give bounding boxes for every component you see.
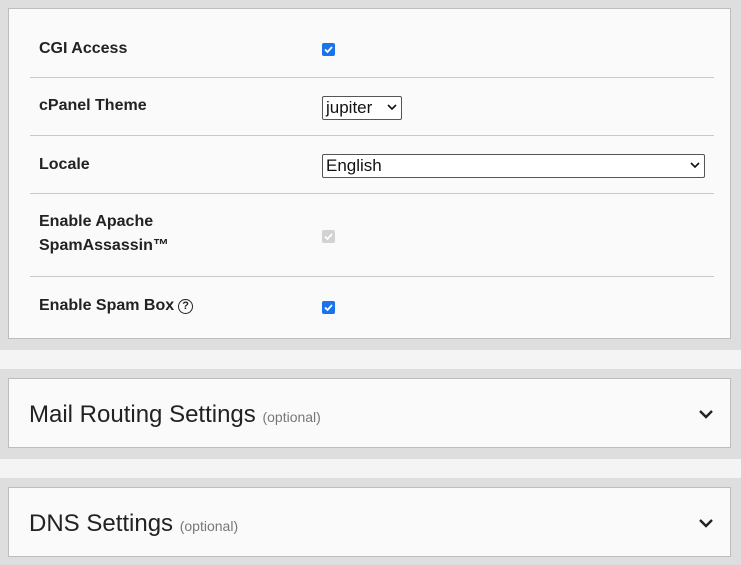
cpanel-theme-select[interactable]: jupiter (322, 96, 402, 120)
mail-routing-section-band: Mail Routing Settings (optional) (0, 369, 741, 459)
locale-select[interactable]: English (322, 154, 705, 178)
cpanel-theme-value: jupiter (326, 98, 373, 117)
account-settings-panel: CGI Access cPanel Theme jupiter Locale E… (8, 8, 731, 339)
spamassassin-label: Enable Apache SpamAssassin™ (39, 210, 169, 258)
account-settings-wrapper: CGI Access cPanel Theme jupiter Locale E… (0, 0, 741, 350)
cgi-access-label: CGI Access (39, 40, 128, 57)
spam-box-checkbox[interactable] (322, 301, 335, 314)
spamassassin-label-line2: SpamAssassin™ (39, 237, 169, 254)
checkbox-checked-icon (322, 43, 335, 56)
checkbox-checked-icon (322, 301, 335, 314)
chevron-down-icon[interactable] (698, 518, 714, 528)
checkbox-checked-disabled-icon (322, 230, 335, 243)
dns-title-text: DNS Settings (29, 510, 174, 537)
dns-title: DNS Settings (optional) (29, 509, 238, 541)
dns-optional-tag: (optional) (179, 518, 239, 534)
cgi-access-row: CGI Access (30, 9, 714, 78)
locale-row: Locale English (30, 136, 714, 194)
spam-box-label: Enable Spam Box? (39, 294, 194, 318)
mail-routing-title: Mail Routing Settings (optional) (29, 400, 321, 432)
spamassassin-row: Enable Apache SpamAssassin™ (30, 194, 714, 277)
cpanel-theme-label: cPanel Theme (39, 97, 147, 114)
spamassassin-checkbox (322, 230, 335, 243)
spam-box-label-text: Enable Spam Box (39, 297, 175, 314)
mail-routing-optional-tag: (optional) (262, 409, 321, 425)
spamassassin-label-line1: Enable Apache (39, 213, 154, 230)
locale-label: Locale (39, 156, 90, 173)
question-circle-icon[interactable]: ? (178, 299, 194, 314)
cpanel-theme-row: cPanel Theme jupiter (30, 77, 714, 136)
spam-box-row: Enable Spam Box? (30, 277, 714, 339)
mail-routing-section-header[interactable]: Mail Routing Settings (optional) (8, 378, 731, 448)
dns-section-header[interactable]: DNS Settings (optional) (8, 487, 731, 557)
chevron-down-icon (387, 104, 397, 111)
chevron-down-icon (690, 162, 700, 169)
mail-routing-title-text: Mail Routing Settings (29, 401, 256, 428)
dns-section-band: DNS Settings (optional) (0, 478, 741, 565)
locale-value: English (326, 156, 382, 175)
chevron-down-icon[interactable] (698, 409, 714, 419)
cgi-access-checkbox[interactable] (322, 43, 335, 56)
